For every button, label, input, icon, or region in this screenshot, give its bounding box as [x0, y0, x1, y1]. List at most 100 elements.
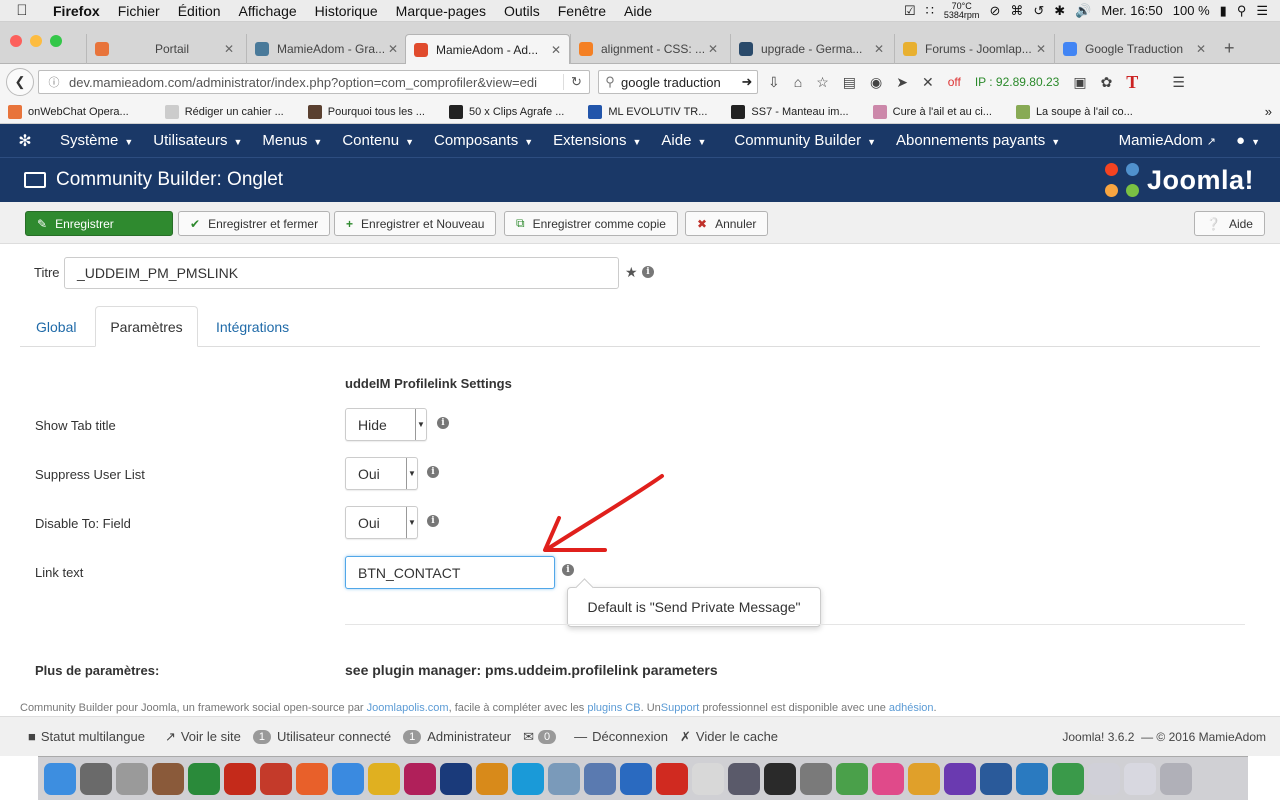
- dock-chrome-icon[interactable]: [368, 762, 400, 795]
- pocket-icon[interactable]: ◉: [870, 74, 882, 91]
- bluetooth-icon[interactable]: ✱: [1054, 3, 1065, 19]
- close-tab-icon[interactable]: ✕: [708, 42, 718, 56]
- dock-app-22-icon[interactable]: [800, 762, 832, 795]
- zoom-window-icon[interactable]: [50, 35, 62, 47]
- menu-fenetre[interactable]: Fenêtre: [549, 3, 615, 19]
- menu-menus[interactable]: Menus ▼: [252, 132, 332, 149]
- adhesion-link[interactable]: adhésion: [889, 702, 934, 714]
- checkbox-icon[interactable]: ☑: [904, 3, 916, 19]
- joomla-menu-logo-icon[interactable]: ✻: [0, 131, 50, 151]
- menu-fichier[interactable]: Fichier: [109, 3, 169, 19]
- url-bar[interactable]: ⓘ dev.mamieadom.com/administrator/index.…: [38, 70, 590, 94]
- more-bookmarks-icon[interactable]: »: [1265, 104, 1272, 119]
- menu-abonnements-payants[interactable]: Abonnements payants ▼: [886, 132, 1070, 149]
- dock-illustrator-icon[interactable]: [476, 762, 508, 795]
- menu-contenu[interactable]: Contenu ▼: [332, 132, 424, 149]
- view-site-link[interactable]: ↗ Voir le site: [165, 729, 241, 745]
- dock-app-19-icon[interactable]: [692, 762, 724, 795]
- browser-tab[interactable]: MamieAdom - Gra... ✕: [246, 34, 406, 64]
- dock-trash-icon[interactable]: [1160, 762, 1192, 795]
- bookmark-item[interactable]: 50 x Clips Agrafe ...: [448, 104, 564, 119]
- search-input[interactable]: ⚲ google traduction ➜: [598, 70, 758, 94]
- bookmark-item[interactable]: La soupe à l'ail co...: [1015, 104, 1133, 119]
- multilang-status[interactable]: ■ Statut multilangue: [28, 729, 145, 744]
- dock-app-16-icon[interactable]: [584, 762, 616, 795]
- admins-online[interactable]: 1 Administrateur: [403, 729, 511, 744]
- menu-aide-joomla[interactable]: Aide ▼: [651, 132, 716, 149]
- dock-photos-icon[interactable]: [908, 762, 940, 795]
- logout-link[interactable]: — Déconnexion: [574, 729, 668, 744]
- browser-tab[interactable]: Forums - Joomlap... ✕: [894, 34, 1054, 64]
- bookmark-item[interactable]: Rédiger un cahier ...: [164, 104, 284, 119]
- dock-itunes-icon[interactable]: [872, 762, 904, 795]
- notification-center-icon[interactable]: ☰: [1256, 3, 1268, 19]
- bookmark-item[interactable]: Pourquoi tous les ...: [307, 104, 425, 119]
- download-icon[interactable]: ⇩: [768, 74, 780, 91]
- dock-app-2-icon[interactable]: [80, 762, 112, 795]
- dock-app-21-icon[interactable]: [764, 762, 796, 795]
- menu-aide[interactable]: Aide: [615, 3, 661, 19]
- browser-tab[interactable]: upgrade - Germa... ✕: [730, 34, 892, 64]
- browser-tab[interactable]: alignment - CSS: ... ✕: [570, 34, 726, 64]
- menu-edition[interactable]: Édition: [169, 3, 230, 19]
- t-extension-icon[interactable]: T: [1126, 72, 1138, 93]
- menu-historique[interactable]: Historique: [306, 3, 387, 19]
- menu-affichage[interactable]: Affichage: [230, 3, 306, 19]
- user-menu[interactable]: ● ▼: [1226, 132, 1270, 149]
- plugins-cb-link[interactable]: plugins CB: [587, 702, 640, 714]
- close-tab-icon[interactable]: ✕: [874, 42, 884, 56]
- spotlight-icon[interactable]: ⚲: [1237, 3, 1247, 19]
- menu-outils[interactable]: Outils: [495, 3, 549, 19]
- bookmark-item[interactable]: SS7 - Manteau im...: [731, 104, 849, 119]
- close-tab-icon[interactable]: ✕: [388, 42, 398, 56]
- info-icon[interactable]: ⓘ: [45, 74, 63, 90]
- dock-app-15-icon[interactable]: [548, 762, 580, 795]
- grid-icon[interactable]: ∷: [926, 3, 934, 19]
- close-tab-icon[interactable]: ✕: [1196, 42, 1206, 56]
- support-link[interactable]: Support: [661, 702, 700, 714]
- bookmark-item[interactable]: Cure à l'ail et au ci...: [872, 104, 992, 119]
- wifi-icon[interactable]: ⌘: [1010, 3, 1023, 19]
- bee-icon[interactable]: ✿: [1101, 74, 1113, 91]
- browser-tab[interactable]: Google Traduction ✕: [1054, 34, 1214, 64]
- info-icon[interactable]: i: [427, 466, 439, 478]
- bookmark-item[interactable]: onWebChat Opera...: [8, 104, 129, 119]
- new-tab-icon[interactable]: +: [1224, 38, 1235, 59]
- hamburger-menu-icon[interactable]: ☰: [1172, 74, 1185, 91]
- messages[interactable]: ✉ 0: [523, 729, 562, 745]
- menu-composants[interactable]: Composants ▼: [424, 132, 543, 149]
- dock-indesign-icon[interactable]: [404, 762, 436, 795]
- info-icon[interactable]: i: [437, 417, 449, 429]
- disable-to-field-select[interactable]: Oui ▼: [345, 506, 418, 539]
- dock-filezilla-icon[interactable]: [224, 762, 256, 795]
- battery-readout[interactable]: 100 %: [1173, 3, 1210, 18]
- help-button[interactable]: ❔ Aide: [1194, 211, 1265, 236]
- show-tab-title-select[interactable]: Hide ▼: [345, 408, 427, 441]
- title-input[interactable]: _UDDEIM_PM_PMSLINK: [64, 257, 619, 289]
- menu-extensions[interactable]: Extensions ▼: [543, 132, 651, 149]
- bookmark-star-icon[interactable]: ☆: [816, 74, 829, 91]
- dock-skype-icon[interactable]: [512, 762, 544, 795]
- dock-app-5-icon[interactable]: [188, 762, 220, 795]
- suppress-user-list-select[interactable]: Oui ▼: [345, 457, 418, 490]
- dock-app-23-icon[interactable]: [836, 762, 868, 795]
- link-text-info-icon[interactable]: i: [562, 564, 574, 576]
- menu-marque-pages[interactable]: Marque-pages: [387, 3, 495, 19]
- off-badge[interactable]: off: [948, 75, 961, 89]
- dock-help-icon[interactable]: [116, 762, 148, 795]
- dock-acrobat-icon[interactable]: [656, 762, 688, 795]
- tab-integrations[interactable]: Intégrations: [200, 306, 305, 347]
- save-button[interactable]: ✎ Enregistrer: [25, 211, 173, 236]
- info-icon[interactable]: i: [427, 515, 439, 527]
- tab-global[interactable]: Global: [20, 306, 92, 347]
- dock-app-17-icon[interactable]: [620, 762, 652, 795]
- clear-cache-link[interactable]: ✗ Vider le cache: [680, 729, 778, 745]
- search-go-icon[interactable]: ➜: [737, 74, 757, 90]
- browser-tab-active[interactable]: MamieAdom - Ad... ✕: [405, 34, 570, 64]
- dock-safari-icon[interactable]: [332, 762, 364, 795]
- dock-photoshop-icon[interactable]: [440, 762, 472, 795]
- close-tab-icon[interactable]: ✕: [1036, 42, 1046, 56]
- volume-icon[interactable]: 🔊: [1075, 3, 1091, 19]
- dock-app-20-icon[interactable]: [728, 762, 760, 795]
- back-icon[interactable]: ❮: [6, 68, 34, 96]
